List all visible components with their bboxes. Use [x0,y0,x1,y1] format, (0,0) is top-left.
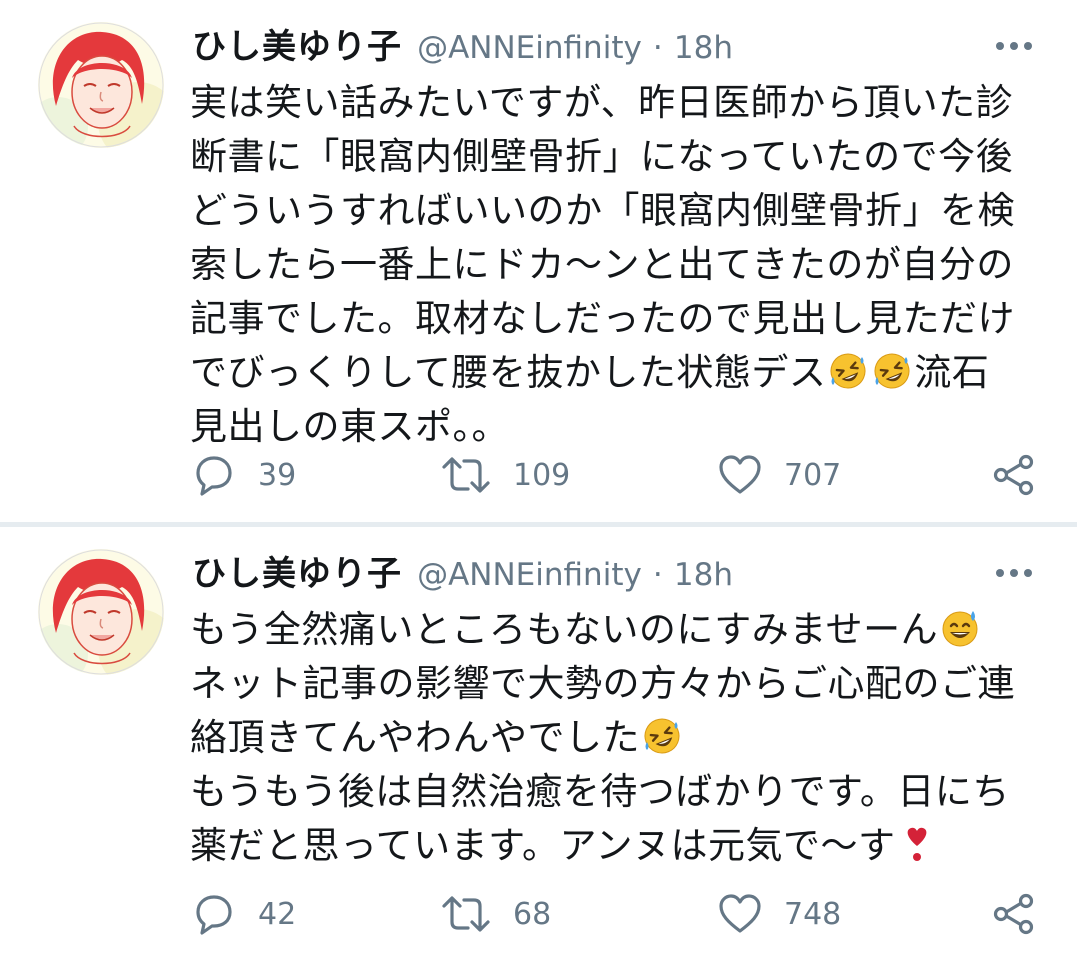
timestamp[interactable]: 18h [674,557,733,593]
separator-dot: · [652,30,663,66]
tweet-header: ひし美ゆり子 @ANNEinfinity · 18h [192,22,733,72]
retweet-button[interactable]: 68 [441,887,551,941]
rolling-on-floor-laughing-emoji [642,716,682,756]
tweet-line-text: 薬だと思っています。アンヌは元気で〜す [190,824,896,867]
author-name[interactable]: ひし美ゆり子 [192,554,402,594]
tweet-line: 実は笑い話みたいですが、昨日医師から頂いた診 [190,81,1014,124]
tweet-line-text: 絡頂きてんやわんやでした [190,716,640,759]
retweet-arrows-icon [442,457,490,493]
tweet[interactable]: ひし美ゆり子 @ANNEinfinity · 18h もう全然痛いところもないの… [0,527,1077,955]
avatar-illustration [38,549,164,675]
retweet-count: 109 [513,457,571,493]
share-button[interactable] [992,887,1036,941]
author-handle[interactable]: @ANNEinfinity [417,557,642,593]
tweet-line: もうもう後は自然治癒を待つばかりです。日にち [190,770,1010,813]
like-button[interactable]: 707 [718,448,841,502]
tweet-actions: 39 109 707 [0,448,1077,502]
tweet-line-text: でびっくりして腰を抜かした状態デス [190,351,827,394]
like-count: 748 [784,896,842,932]
tweet-line: どういうすればいいのか「眼窩内側壁骨折」を検 [190,189,1015,232]
tweet-line-text: 流石 [914,351,990,394]
more-button[interactable] [994,36,1034,56]
tweet-header: ひし美ゆり子 @ANNEinfinity · 18h [192,549,733,599]
more-horizontal-icon [996,569,1032,577]
timestamp[interactable]: 18h [674,30,733,66]
avatar[interactable] [38,549,164,675]
heart-outline-icon [719,894,761,933]
like-button[interactable]: 748 [718,887,841,941]
reply-button[interactable]: 39 [192,448,296,502]
separator-dot: · [652,557,663,593]
tweet-line: 索したら一番上にドカ〜ンと出てきたのが自分の [190,243,1014,286]
author-handle[interactable]: @ANNEinfinity [417,30,642,66]
tweet-actions: 42 68 748 [0,887,1077,941]
reply-count: 39 [258,457,297,493]
tweet-line: 記事でした。取材なしだったので見出し見ただけ [190,297,1015,340]
avatar[interactable] [38,22,164,148]
more-button[interactable] [994,563,1034,583]
like-count: 707 [784,457,842,493]
retweet-button[interactable]: 109 [441,448,570,502]
tweet-line: 薬だと思っています。アンヌは元気で〜す [190,819,1050,873]
tweet-line: 見出しの東スポ。。 [190,405,509,448]
more-horizontal-icon [996,42,1032,50]
reply-count: 42 [258,896,297,932]
tweet[interactable]: ひし美ゆり子 @ANNEinfinity · 18h 実は笑い話みたいですが、昨… [0,0,1077,522]
reply-button[interactable]: 42 [192,887,296,941]
heavy-heart-exclamation-emoji [897,824,937,864]
author-name[interactable]: ひし美ゆり子 [192,27,402,67]
avatar-illustration [38,22,164,148]
tweet-line: ネット記事の影響で大勢の方々からご心配のご連 [190,662,1015,705]
rolling-on-floor-laughing-emoji [872,351,912,391]
grinning-sweat-emoji [940,608,980,648]
retweet-count: 68 [513,896,552,932]
heart-outline-icon [719,455,761,494]
share-nodes-icon [993,454,1034,496]
share-nodes-icon [993,893,1034,935]
reply-bubble-icon [196,895,232,935]
retweet-arrows-icon [442,896,490,932]
tweet-line: もう全然痛いところもないのにすみませーん [190,603,1050,657]
tweet-line-text: もう全然痛いところもないのにすみませーん [190,608,939,651]
tweet-line: 絡頂きてんやわんやでした [190,711,1050,765]
reply-bubble-icon [196,456,232,496]
tweet-line: 断書に「眼窩内側壁骨折」になっていたので今後 [190,135,1014,178]
rolling-on-floor-laughing-emoji [828,351,868,391]
tweet-text: もう全然痛いところもないのにすみませーん ネット記事の影響で大勢の方々からご心配… [190,603,1050,873]
tweet-text: 実は笑い話みたいですが、昨日医師から頂いた診 断書に「眼窩内側壁骨折」になってい… [190,76,1050,454]
share-button[interactable] [992,448,1036,502]
tweet-line: でびっくりして腰を抜かした状態デス 流石 [190,346,1050,400]
